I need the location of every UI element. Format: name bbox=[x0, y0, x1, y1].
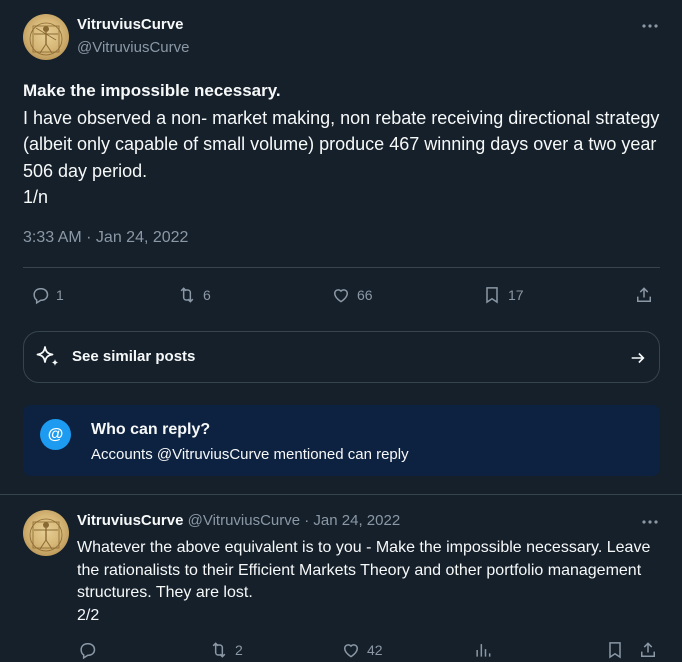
like-icon bbox=[333, 289, 349, 303]
divider bbox=[23, 267, 660, 268]
share-button[interactable] bbox=[634, 285, 654, 305]
reply-body: Whatever the above equivalent is to you … bbox=[77, 539, 651, 601]
thread-marker: 1/n bbox=[23, 187, 49, 207]
author-name[interactable]: VitruviusCurve bbox=[77, 16, 183, 33]
tweet-body: I have observed a non- market making, no… bbox=[23, 107, 660, 181]
reply-share-button[interactable] bbox=[638, 640, 658, 660]
share-icon bbox=[637, 287, 651, 302]
views-icon bbox=[476, 644, 491, 657]
reply-count: 1 bbox=[56, 287, 64, 303]
like-count: 66 bbox=[357, 287, 373, 303]
reply-header: VitruviusCurve @VitruviusCurve · Jan 24,… bbox=[77, 512, 400, 529]
reply-views-button[interactable] bbox=[473, 640, 493, 660]
tweet-text: Make the impossible necessary. I have ob… bbox=[23, 78, 663, 211]
who-can-reply-title: Who can reply? bbox=[91, 421, 211, 438]
see-similar-posts-label: See similar posts bbox=[72, 348, 196, 365]
vitruvian-avatar-image bbox=[29, 22, 63, 56]
reply-tweet-text: Whatever the above equivalent is to you … bbox=[77, 537, 667, 627]
reply-thread-marker: 2/2 bbox=[77, 606, 100, 624]
reply-like-count: 42 bbox=[367, 642, 383, 658]
author-handle[interactable]: @VitruviusCurve bbox=[77, 39, 190, 56]
more-icon[interactable] bbox=[640, 16, 660, 36]
reply-reply-button[interactable] bbox=[77, 640, 103, 660]
bookmark-button[interactable]: 17 bbox=[482, 285, 524, 305]
like-icon bbox=[343, 644, 359, 658]
bookmark-count: 17 bbox=[508, 287, 524, 303]
reply-avatar[interactable] bbox=[23, 510, 69, 556]
reply-button[interactable]: 1 bbox=[30, 285, 64, 305]
who-can-reply-subtitle: Accounts @VitruviusCurve mentioned can r… bbox=[91, 446, 409, 463]
reply-author-name[interactable]: VitruviusCurve bbox=[77, 512, 183, 529]
see-similar-posts-button[interactable]: See similar posts bbox=[23, 331, 660, 383]
repost-button[interactable]: 6 bbox=[177, 285, 211, 305]
reply-icon bbox=[80, 643, 96, 660]
tweet-title-line: Make the impossible necessary. bbox=[23, 81, 281, 100]
arrow-right-icon bbox=[631, 352, 645, 364]
reply-like-button[interactable]: 42 bbox=[341, 640, 383, 660]
repost-icon bbox=[180, 287, 194, 303]
reply-meta[interactable]: @VitruviusCurve · Jan 24, 2022 bbox=[188, 512, 401, 529]
vitruvian-avatar-image bbox=[29, 518, 63, 552]
reply-icon bbox=[33, 288, 49, 305]
tweet-separator bbox=[0, 494, 682, 495]
repost-icon bbox=[212, 642, 226, 658]
at-icon: @ bbox=[40, 419, 71, 450]
who-can-reply-banner: @ Who can reply? Accounts @VitruviusCurv… bbox=[23, 405, 660, 476]
repost-count: 6 bbox=[203, 287, 211, 303]
more-icon[interactable] bbox=[640, 512, 660, 532]
bookmark-icon bbox=[609, 642, 621, 659]
reply-repost-count: 2 bbox=[235, 642, 243, 658]
avatar[interactable] bbox=[23, 14, 69, 60]
timestamp[interactable]: 3:33 AM · Jan 24, 2022 bbox=[23, 229, 188, 247]
bookmark-icon bbox=[486, 287, 498, 304]
reply-repost-button[interactable]: 2 bbox=[209, 640, 243, 660]
reply-bookmark-button[interactable] bbox=[605, 640, 625, 660]
like-button[interactable]: 66 bbox=[331, 285, 373, 305]
sparkle-icon bbox=[36, 346, 59, 366]
main-tweet: VitruviusCurve @VitruviusCurve Make the … bbox=[0, 0, 682, 495]
share-icon bbox=[641, 642, 655, 657]
